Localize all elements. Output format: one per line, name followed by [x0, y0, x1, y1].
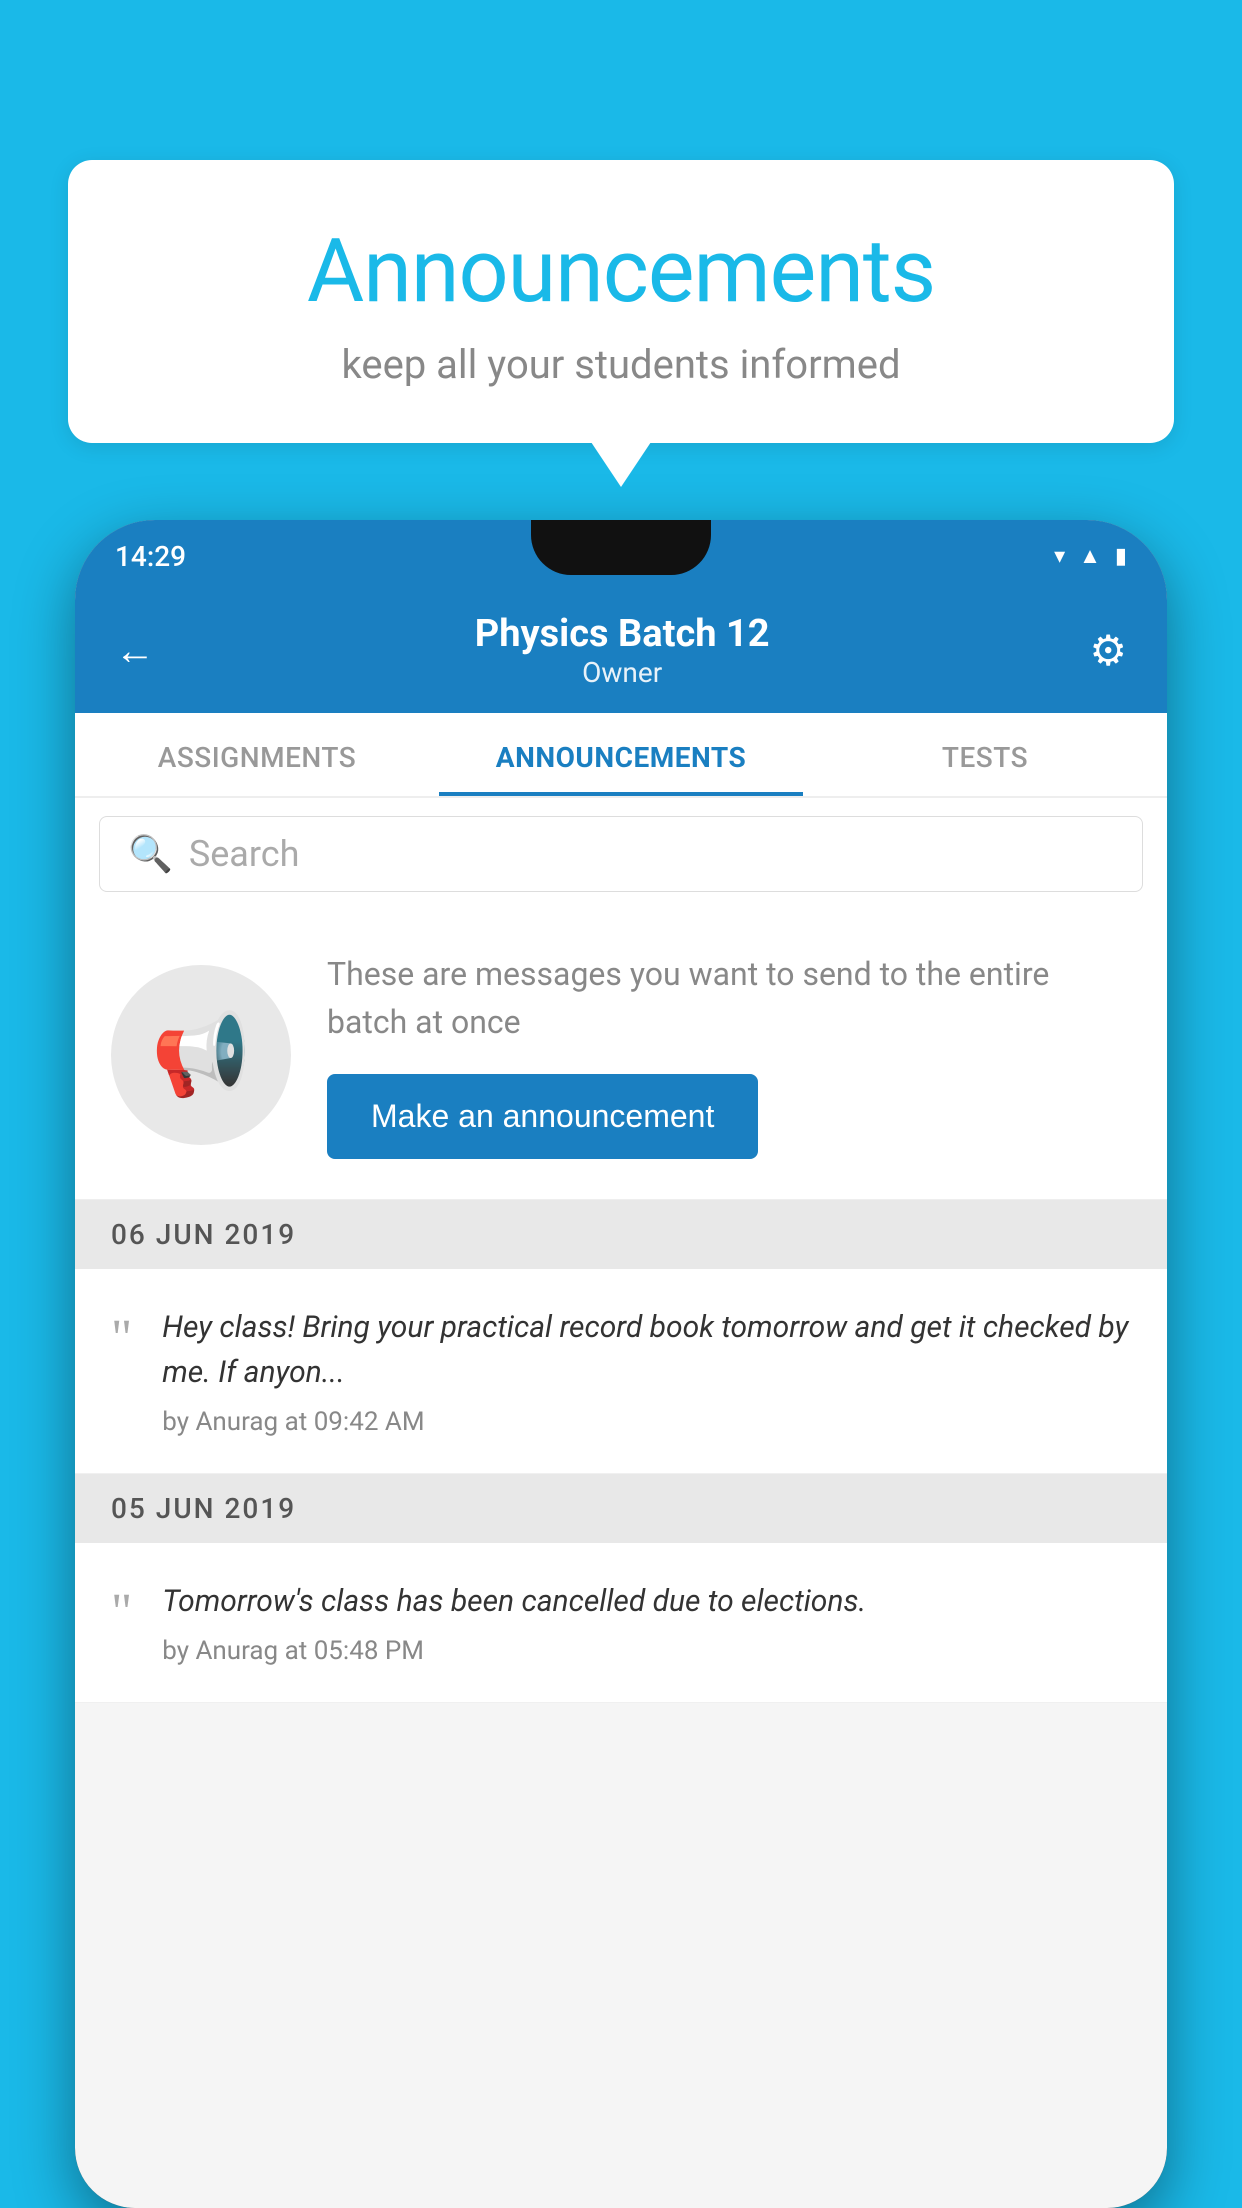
announcement-prompt-text: These are messages you want to send to t…: [327, 950, 1131, 1046]
megaphone-circle: 📢: [111, 965, 291, 1145]
search-bar[interactable]: 🔍 Search: [99, 816, 1143, 892]
search-placeholder: Search: [189, 833, 300, 875]
date-separator-2: 05 JUN 2019: [75, 1474, 1167, 1543]
header-title-group: Physics Batch 12 Owner: [475, 612, 770, 689]
tab-tests[interactable]: TESTS: [803, 713, 1167, 796]
back-button[interactable]: ←: [115, 627, 155, 674]
make-announcement-button[interactable]: Make an announcement: [327, 1074, 758, 1159]
header-title: Physics Batch 12: [475, 612, 770, 656]
announcement-item-2[interactable]: " Tomorrow's class has been cancelled du…: [75, 1543, 1167, 1703]
phone-inner: 14:29 ▾ ▲ ▮ ← Physics Batch 12 Owner ⚙ A…: [75, 520, 1167, 2208]
status-bar: 14:29 ▾ ▲ ▮: [75, 520, 1167, 592]
wifi-icon: ▾: [1054, 544, 1065, 569]
announcement-prompt-right: These are messages you want to send to t…: [327, 950, 1131, 1159]
speech-bubble-section: Announcements keep all your students inf…: [68, 160, 1174, 443]
announcement-item-1[interactable]: " Hey class! Bring your practical record…: [75, 1269, 1167, 1474]
announcement-prompt: 📢 These are messages you want to send to…: [75, 910, 1167, 1200]
announcement-text-2: Tomorrow's class has been cancelled due …: [162, 1579, 1131, 1624]
megaphone-icon: 📢: [151, 1008, 251, 1102]
status-time: 14:29: [115, 540, 186, 573]
tabs-container: ASSIGNMENTS ANNOUNCEMENTS TESTS: [75, 713, 1167, 798]
speech-bubble: Announcements keep all your students inf…: [68, 160, 1174, 443]
app-header: ← Physics Batch 12 Owner ⚙: [75, 592, 1167, 713]
date-separator-1: 06 JUN 2019: [75, 1200, 1167, 1269]
quote-icon-1: ": [111, 1313, 132, 1365]
phone-frame: 14:29 ▾ ▲ ▮ ← Physics Batch 12 Owner ⚙ A…: [75, 520, 1167, 2208]
status-icons: ▾ ▲ ▮: [1054, 543, 1127, 569]
speech-bubble-title: Announcements: [148, 220, 1094, 323]
search-container: 🔍 Search: [75, 798, 1167, 910]
quote-icon-2: ": [111, 1587, 132, 1639]
header-subtitle: Owner: [475, 656, 770, 689]
signal-icon: ▲: [1079, 543, 1101, 569]
announcement-content-2: Tomorrow's class has been cancelled due …: [162, 1579, 1131, 1666]
gear-icon[interactable]: ⚙: [1089, 626, 1127, 676]
announcement-meta-2: by Anurag at 05:48 PM: [162, 1636, 1131, 1666]
speech-bubble-subtitle: keep all your students informed: [148, 341, 1094, 388]
announcement-content-1: Hey class! Bring your practical record b…: [162, 1305, 1131, 1437]
search-icon: 🔍: [128, 833, 173, 875]
announcement-meta-1: by Anurag at 09:42 AM: [162, 1407, 1131, 1437]
tab-announcements[interactable]: ANNOUNCEMENTS: [439, 713, 803, 796]
announcement-text-1: Hey class! Bring your practical record b…: [162, 1305, 1131, 1395]
battery-icon: ▮: [1115, 544, 1127, 569]
tab-assignments[interactable]: ASSIGNMENTS: [75, 713, 439, 796]
